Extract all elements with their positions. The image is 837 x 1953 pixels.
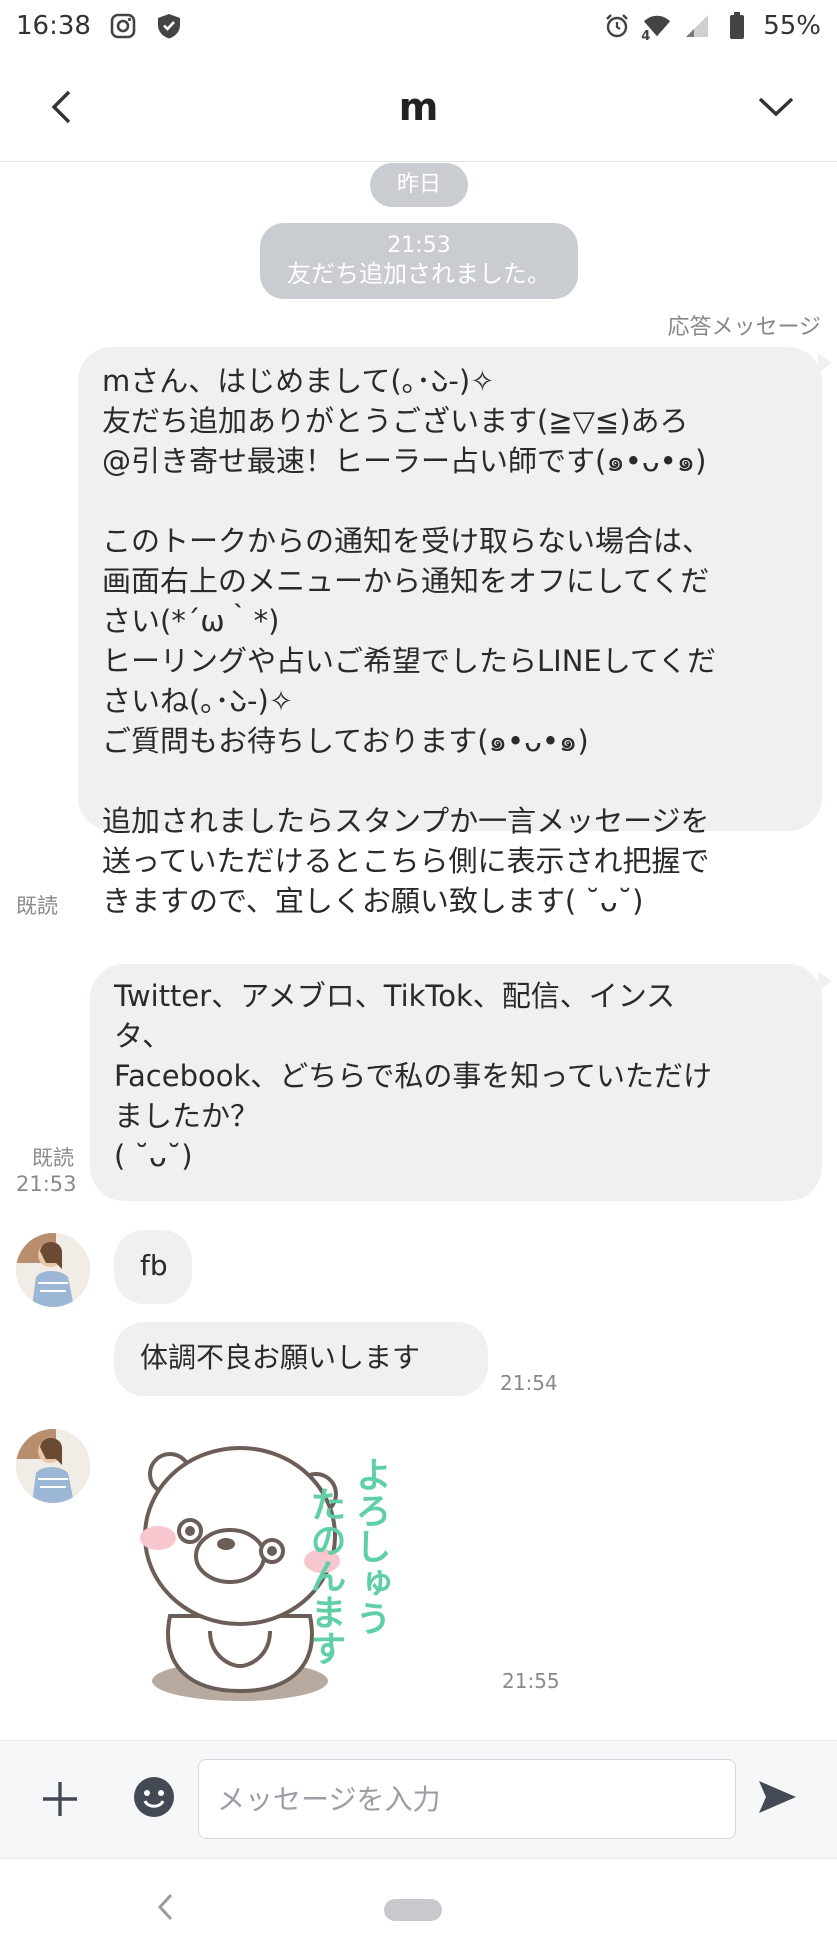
system-message-text: 友だち追加されました。	[287, 260, 551, 288]
system-nav-bar	[0, 1858, 837, 1953]
message-bubble[interactable]: mさん、はじめまして(｡･̀ᴗ-)✧ 友だち追加ありがとうございます(≧▽≦)あ…	[78, 347, 822, 918]
read-receipt-text: 既読	[32, 1146, 74, 1170]
system-message: 21:53 友だち追加されました。	[260, 223, 578, 299]
chat-area[interactable]: 昨日 21:53 友だち追加されました。 応答メッセージ mさん、はじめまして(…	[0, 163, 837, 1740]
battery-icon	[723, 12, 751, 40]
bubble-tail	[818, 971, 832, 991]
chat-header: m	[0, 52, 837, 162]
read-receipt: 既読	[16, 894, 58, 918]
message-input-bar	[0, 1740, 837, 1858]
chevron-down-icon[interactable]	[749, 80, 803, 134]
message-time: 21:55	[502, 1669, 560, 1693]
status-bar: 16:38 4 55%	[0, 0, 837, 52]
shield-icon	[155, 12, 183, 40]
signal-icon	[683, 12, 711, 40]
alarm-icon	[603, 12, 631, 40]
avatar[interactable]	[16, 1233, 90, 1307]
line-chat-screen: 16:38 4 55% m 昨日 21:53 友だち追加されました。 応答メッセ…	[0, 0, 837, 1953]
sticker-text-2: たのんます	[305, 1486, 346, 1666]
message-time: 21:54	[500, 1371, 558, 1395]
chat-title: m	[398, 84, 439, 129]
date-separator: 昨日	[370, 163, 468, 207]
auto-reply-label: 応答メッセージ	[667, 315, 821, 340]
status-time: 16:38	[16, 11, 91, 41]
instagram-icon	[109, 12, 137, 40]
nav-back-icon[interactable]	[150, 1887, 180, 1927]
battery-percent: 55%	[763, 11, 821, 41]
network-badge: 4	[641, 29, 651, 44]
chevron-left-icon[interactable]	[34, 80, 88, 134]
bear-sticker[interactable]: よろしゅう たのんます	[130, 1416, 480, 1716]
home-pill-icon[interactable]	[384, 1899, 442, 1921]
read-receipt: 既読 21:53	[16, 1145, 77, 1197]
message-bubble[interactable]: fb	[114, 1230, 192, 1304]
message-input[interactable]	[198, 1759, 736, 1839]
wifi-icon: 4	[641, 12, 671, 44]
sticker-text: よろしゅう	[350, 1456, 391, 1636]
emoji-icon[interactable]	[132, 1775, 176, 1819]
avatar[interactable]	[16, 1429, 90, 1503]
message-time: 21:53	[16, 1172, 77, 1196]
send-icon[interactable]	[756, 1775, 804, 1823]
plus-icon[interactable]	[36, 1775, 84, 1823]
system-message-time: 21:53	[387, 233, 451, 258]
message-bubble[interactable]: Twitter、アメブロ、TikTok、配信、インス タ、 Facebook、ど…	[90, 964, 822, 1201]
message-bubble[interactable]: 体調不良お願いします	[114, 1322, 488, 1396]
bubble-tail	[818, 353, 832, 373]
